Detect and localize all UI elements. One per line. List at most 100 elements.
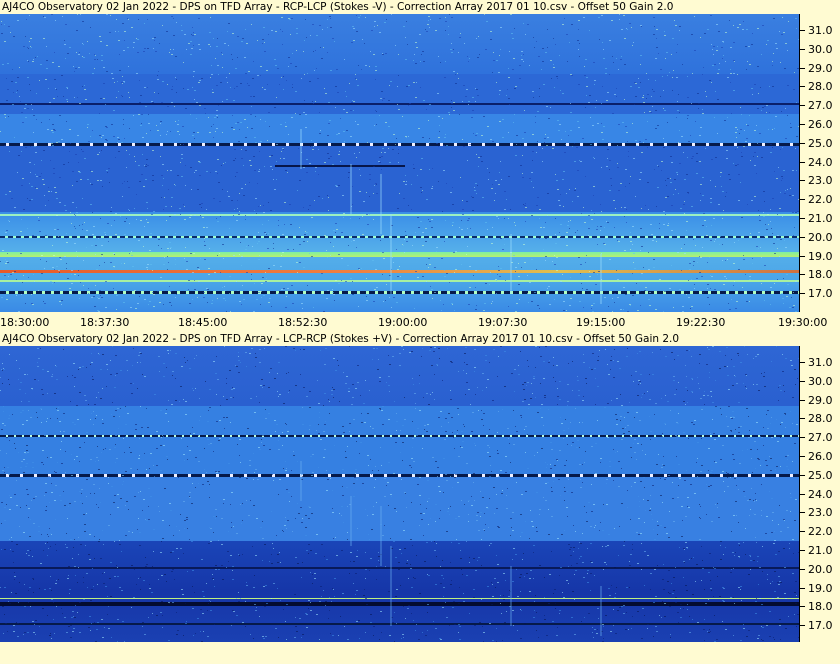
x-tick-label: 19:07:30 — [478, 316, 528, 329]
tick-mark — [800, 474, 805, 476]
y-tick-label: 31.0 — [808, 356, 833, 369]
y-tick-label: 19.0 — [808, 249, 833, 263]
y-tick: 25.0 — [800, 468, 840, 482]
tick-mark — [800, 418, 805, 420]
y-tick: 30.0 — [800, 374, 840, 388]
y-tick: 29.0 — [800, 393, 840, 407]
y-tick-label: 26.0 — [808, 118, 833, 131]
y-tick: 27.0 — [800, 100, 840, 112]
y-axis-bottom: 31.0 30.0 29.0 28.0 27.0 26.0 25.0 24.0 23.0 22.0… — [799, 346, 840, 642]
y-tick-label: 20.0 — [808, 562, 833, 576]
y-tick-label: 24.0 — [808, 155, 833, 169]
tick-mark — [800, 362, 805, 363]
tick-mark — [800, 48, 805, 50]
y-tick: 22.0 — [800, 194, 840, 206]
tick-mark — [800, 531, 805, 533]
bottom-strip — [0, 642, 840, 664]
y-tick: 29.0 — [800, 61, 840, 75]
y-tick-label: 23.0 — [808, 174, 833, 188]
y-tick-label: 28.0 — [808, 412, 833, 426]
y-tick: 26.0 — [800, 119, 840, 131]
y-tick-label: 29.0 — [808, 393, 833, 407]
y-tick: 19.0 — [800, 581, 840, 595]
noise-texture — [0, 14, 799, 312]
y-tick-label: 24.0 — [808, 487, 833, 501]
tick-mark — [800, 67, 805, 69]
y-tick: 23.0 — [800, 175, 840, 187]
y-tick: 23.0 — [800, 507, 840, 519]
y-tick: 24.0 — [800, 487, 840, 501]
y-tick-label: 28.0 — [808, 80, 833, 94]
y-tick: 28.0 — [800, 413, 840, 425]
y-tick-label: 22.0 — [808, 193, 833, 207]
y-tick-label: 27.0 — [808, 99, 833, 113]
tick-mark — [800, 105, 805, 107]
spectrogram-top — [0, 14, 799, 312]
x-tick-label: 19:15:00 — [576, 316, 626, 329]
x-tick-label: 18:52:30 — [278, 316, 328, 329]
tick-mark — [800, 218, 805, 219]
y-tick-label: 30.0 — [808, 42, 833, 56]
tick-mark — [800, 512, 805, 514]
tick-mark — [800, 568, 805, 570]
y-tick-label: 18.0 — [808, 600, 833, 614]
y-tick-label: 21.0 — [808, 212, 833, 225]
y-tick: 18.0 — [800, 601, 840, 613]
x-tick-label: 18:45:00 — [178, 316, 228, 329]
tick-mark — [800, 180, 805, 182]
x-tick-label: 19:30:00 — [778, 316, 828, 329]
noise-texture — [0, 346, 799, 642]
tick-mark — [800, 625, 805, 627]
y-tick: 18.0 — [800, 269, 840, 281]
tick-mark — [800, 380, 805, 382]
tick-mark — [800, 493, 805, 495]
panel-1-title: AJ4CO Observatory 02 Jan 2022 - DPS on T… — [2, 1, 674, 13]
y-tick-label: 21.0 — [808, 544, 833, 557]
y-tick-label: 31.0 — [808, 24, 833, 37]
y-tick: 19.0 — [800, 249, 840, 263]
y-tick: 17.0 — [800, 288, 840, 300]
y-tick: 25.0 — [800, 136, 840, 150]
y-tick-label: 18.0 — [808, 268, 833, 282]
x-tick-label: 19:00:00 — [378, 316, 428, 329]
panel-2-title: AJ4CO Observatory 02 Jan 2022 - DPS on T… — [2, 333, 680, 345]
y-tick-label: 25.0 — [808, 136, 833, 150]
spectrogram-bottom — [0, 346, 799, 642]
tick-mark — [800, 399, 805, 401]
tick-mark — [800, 587, 805, 589]
x-tick-label: 18:37:30 — [80, 316, 130, 329]
tick-mark — [800, 293, 805, 295]
y-tick: 28.0 — [800, 81, 840, 93]
tick-mark — [800, 236, 805, 238]
x-tick-label: 19:22:30 — [676, 316, 726, 329]
x-tick-label: 18:30:00 — [0, 316, 50, 329]
y-tick-label: 29.0 — [808, 61, 833, 75]
tick-mark — [800, 142, 805, 144]
y-tick-label: 17.0 — [808, 619, 833, 633]
y-tick-label: 25.0 — [808, 468, 833, 482]
y-tick-label: 22.0 — [808, 525, 833, 539]
y-tick: 17.0 — [800, 620, 840, 632]
y-tick: 24.0 — [800, 155, 840, 169]
tick-mark — [800, 161, 805, 163]
tick-mark — [800, 437, 805, 439]
y-tick-label: 27.0 — [808, 431, 833, 445]
y-tick: 20.0 — [800, 231, 840, 244]
y-tick: 26.0 — [800, 451, 840, 463]
y-tick-label: 23.0 — [808, 506, 833, 520]
y-tick: 22.0 — [800, 526, 840, 538]
y-tick-label: 17.0 — [808, 287, 833, 301]
y-tick-label: 26.0 — [808, 450, 833, 463]
tick-mark — [800, 199, 805, 201]
y-tick: 21.0 — [800, 545, 840, 557]
y-tick: 20.0 — [800, 562, 840, 576]
y-tick: 27.0 — [800, 432, 840, 444]
y-tick-label: 30.0 — [808, 374, 833, 388]
y-tick: 31.0 — [800, 25, 840, 37]
tick-mark — [800, 606, 805, 608]
y-tick: 31.0 — [800, 357, 840, 369]
y-tick-label: 19.0 — [808, 581, 833, 595]
tick-mark — [800, 255, 805, 257]
tick-mark — [800, 274, 805, 276]
tick-mark — [800, 124, 805, 125]
